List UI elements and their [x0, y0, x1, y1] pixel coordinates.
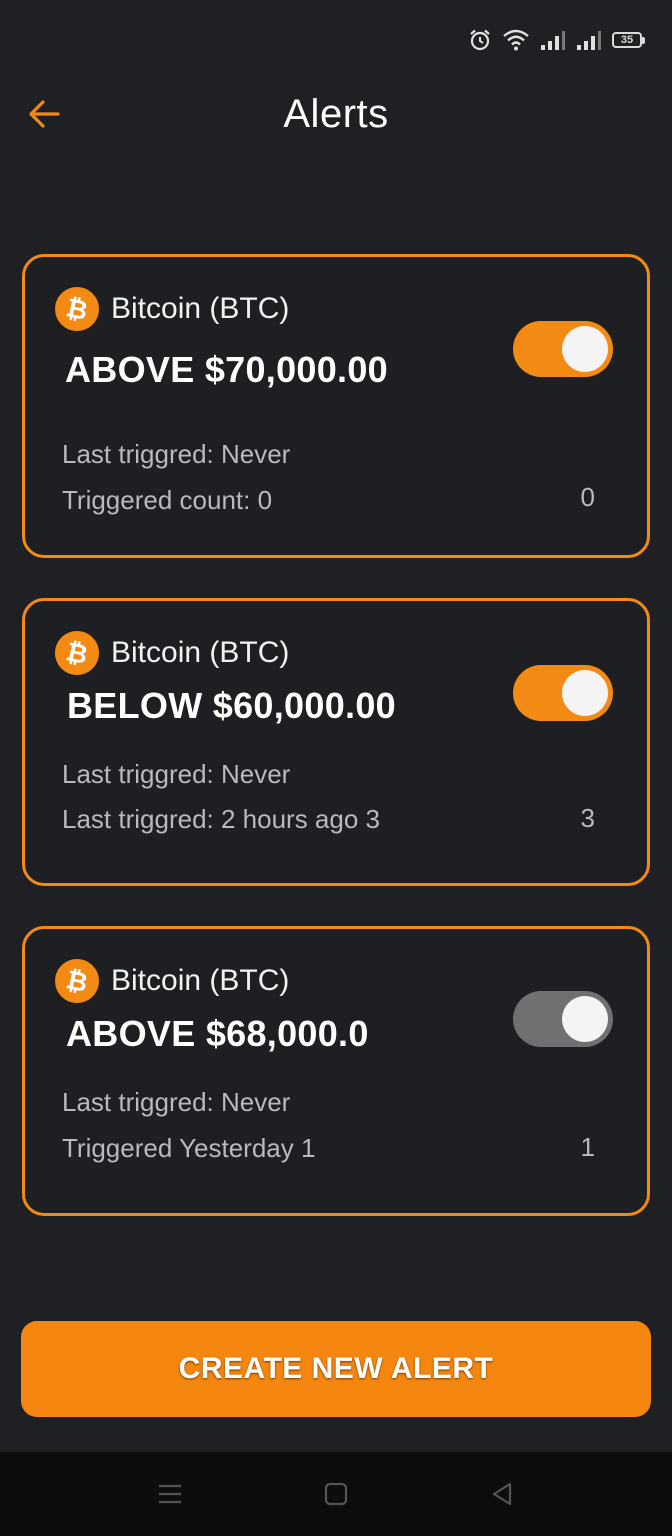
- nav-bar: [0, 1452, 672, 1536]
- alert-condition: ABOVE $68,000.0: [66, 1013, 369, 1054]
- battery-level: 35: [620, 34, 634, 46]
- back-triangle-icon[interactable]: [486, 1478, 518, 1510]
- toggle-knob: [562, 326, 608, 372]
- page-title: Alerts: [283, 92, 389, 136]
- coin-row: ₿ Bitcoin (BTC): [50, 954, 290, 1008]
- last-triggered-text: Last triggred: Never: [62, 439, 291, 469]
- coin-row: ₿ Bitcoin (BTC): [50, 282, 290, 336]
- last-triggered-text: Last triggred: Never: [62, 1087, 291, 1117]
- alert-condition: ABOVE $70,000.00: [65, 349, 388, 390]
- alert-toggle[interactable]: [513, 321, 613, 377]
- trigger-count: 0: [580, 482, 595, 512]
- status-bar: 35: [468, 22, 645, 58]
- triggered-info-text: Triggered count: 0: [62, 485, 273, 515]
- coin-name: Bitcoin (BTC): [111, 636, 290, 669]
- signal-icon: [540, 29, 566, 51]
- bitcoin-icon: ₿: [50, 626, 104, 680]
- battery-icon: 35: [612, 32, 645, 48]
- alert-condition: BELOW $60,000.00: [67, 685, 396, 726]
- create-new-alert-button[interactable]: CREATE NEW ALERT: [21, 1321, 651, 1417]
- alert-toggle[interactable]: [513, 665, 613, 721]
- triggered-info-text: Triggered Yesterday 1: [62, 1133, 316, 1163]
- alert-card[interactable]: ₿ Bitcoin (BTC) BELOW $60,000.00 Last tr…: [22, 598, 650, 886]
- menu-icon[interactable]: [154, 1478, 186, 1510]
- coin-name: Bitcoin (BTC): [111, 292, 290, 325]
- alarm-icon: [468, 28, 492, 52]
- coin-name: Bitcoin (BTC): [111, 964, 290, 997]
- coin-row: ₿ Bitcoin (BTC): [50, 626, 290, 680]
- alert-card[interactable]: ₿ Bitcoin (BTC) ABOVE $70,000.00 Last tr…: [22, 254, 650, 558]
- trigger-count: 3: [580, 803, 595, 833]
- header: Alerts: [0, 80, 672, 152]
- last-triggered-text: Last triggred: Never: [62, 759, 291, 789]
- wifi-icon: [502, 28, 530, 52]
- toggle-knob: [562, 670, 608, 716]
- signal-icon: [576, 29, 602, 51]
- home-square-icon[interactable]: [320, 1478, 352, 1510]
- trigger-count: 1: [580, 1132, 595, 1162]
- bitcoin-icon: ₿: [50, 954, 104, 1008]
- triggered-info-text: Last triggred: 2 hours ago 3: [62, 804, 380, 834]
- toggle-knob: [562, 996, 608, 1042]
- alert-toggle[interactable]: [513, 991, 613, 1047]
- alert-card[interactable]: ₿ Bitcoin (BTC) ABOVE $68,000.0 Last tri…: [22, 926, 650, 1216]
- bitcoin-icon: ₿: [50, 282, 104, 336]
